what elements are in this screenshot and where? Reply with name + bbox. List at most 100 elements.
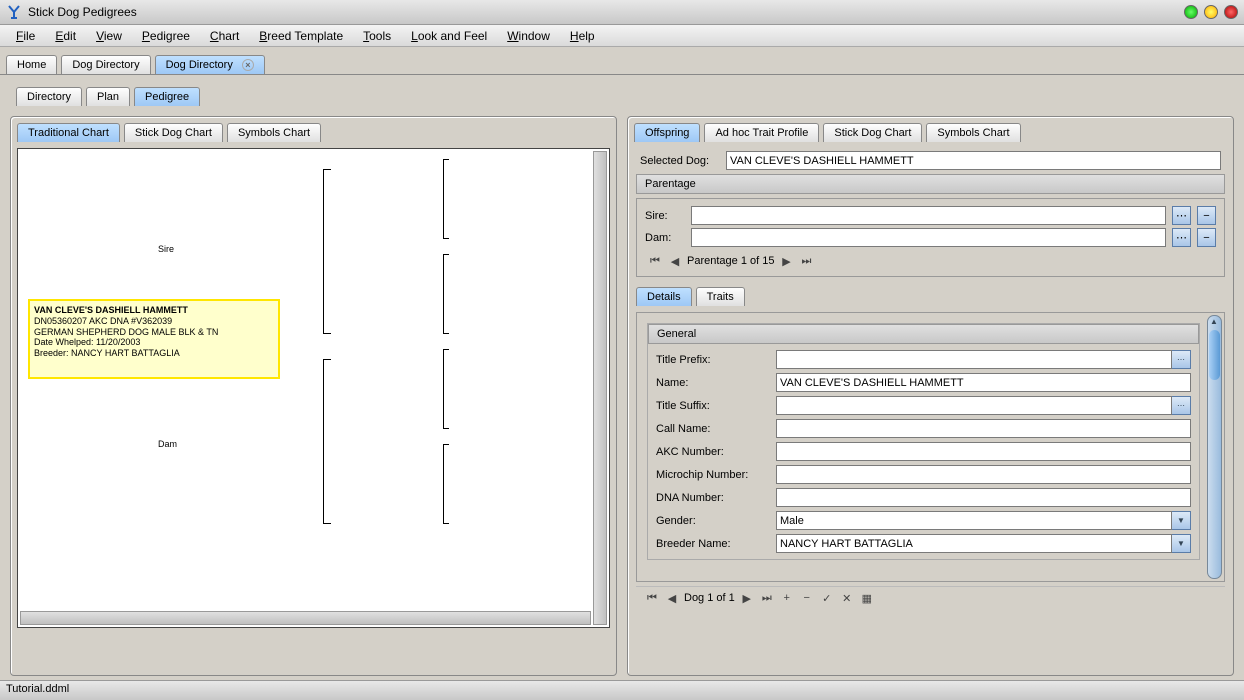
title-suffix-browse-icon[interactable]: ⋯ <box>1172 396 1191 415</box>
nav-prev-icon[interactable]: ◀ <box>667 254 683 268</box>
microchip-input[interactable] <box>776 465 1191 484</box>
details-scrollbar[interactable] <box>1207 315 1222 579</box>
details-panel: General Title Prefix:⋯ Name: Title Suffi… <box>636 312 1225 582</box>
menu-edit[interactable]: Edit <box>45 27 86 45</box>
title-suffix-input[interactable] <box>776 396 1172 415</box>
gender-input[interactable] <box>776 511 1172 530</box>
bracket <box>443 444 449 524</box>
sire-remove-button[interactable]: − <box>1197 206 1216 225</box>
sire-label: Sire <box>158 244 174 254</box>
parentage-header: Parentage <box>636 174 1225 194</box>
status-text: Tutorial.ddml <box>6 683 69 695</box>
tab-symbols-chart-left[interactable]: Symbols Chart <box>227 123 321 142</box>
menu-view[interactable]: View <box>86 27 132 45</box>
tab-adhoc-trait[interactable]: Ad hoc Trait Profile <box>704 123 819 142</box>
selected-dog-card[interactable]: VAN CLEVE'S DASHIELL HAMMETT DN05360207 … <box>28 299 280 379</box>
title-prefix-label: Title Prefix: <box>656 354 776 366</box>
tab-stick-dog-chart-right[interactable]: Stick Dog Chart <box>823 123 922 142</box>
app-icon <box>6 4 22 20</box>
title-prefix-input[interactable] <box>776 350 1172 369</box>
dam-label: Dam <box>158 439 177 449</box>
sub-tabs: Directory Plan Pedigree <box>16 87 1234 106</box>
rec-add-icon[interactable]: + <box>779 591 795 605</box>
name-input[interactable] <box>776 373 1191 392</box>
rec-next-icon[interactable]: ▶ <box>739 591 755 605</box>
card-breed: GERMAN SHEPHERD DOG MALE BLK & TN <box>34 327 274 338</box>
selected-dog-input[interactable] <box>726 151 1221 170</box>
sire-browse-button[interactable]: ⋯ <box>1172 206 1191 225</box>
close-button[interactable] <box>1224 5 1238 19</box>
tab-traditional-chart[interactable]: Traditional Chart <box>17 123 120 142</box>
akc-number-label: AKC Number: <box>656 446 776 458</box>
sire-input[interactable] <box>691 206 1166 225</box>
card-reg: DN05360207 AKC DNA #V362039 <box>34 316 274 327</box>
rec-grid-icon[interactable]: ▦ <box>859 591 875 605</box>
menu-chart[interactable]: Chart <box>200 27 249 45</box>
tab-pedigree[interactable]: Pedigree <box>134 87 200 106</box>
right-pane: Offspring Ad hoc Trait Profile Stick Dog… <box>627 116 1234 676</box>
nav-next-icon[interactable]: ▶ <box>778 254 794 268</box>
call-name-input[interactable] <box>776 419 1191 438</box>
gender-label: Gender: <box>656 515 776 527</box>
scrollbar-vertical[interactable] <box>593 151 607 625</box>
dam-remove-button[interactable]: − <box>1197 228 1216 247</box>
sire-field-label: Sire: <box>645 210 685 222</box>
close-icon[interactable]: × <box>242 59 254 71</box>
tab-offspring[interactable]: Offspring <box>634 123 700 142</box>
statusbar: Tutorial.ddml <box>0 680 1244 700</box>
left-pane: Traditional Chart Stick Dog Chart Symbol… <box>10 116 617 676</box>
menu-breed-template[interactable]: Breed Template <box>249 27 353 45</box>
parentage-nav: ⏮ ◀ Parentage 1 of 15 ▶ ⏭ <box>639 250 1222 272</box>
menu-tools[interactable]: Tools <box>353 27 401 45</box>
maximize-button[interactable] <box>1204 5 1218 19</box>
pedigree-chart: Sire Dam VAN CLEVE'S DASHIELL HAMMETT DN… <box>17 148 610 628</box>
rec-first-icon[interactable]: ⏮ <box>644 591 660 605</box>
dam-input[interactable] <box>691 228 1166 247</box>
tab-symbols-chart-right[interactable]: Symbols Chart <box>926 123 1020 142</box>
menu-file[interactable]: File <box>6 27 45 45</box>
tab-traits[interactable]: Traits <box>696 287 745 306</box>
title-suffix-label: Title Suffix: <box>656 400 776 412</box>
tab-details[interactable]: Details <box>636 287 692 306</box>
bracket <box>323 169 331 334</box>
tab-label: Dog Directory <box>166 59 233 71</box>
rec-last-icon[interactable]: ⏭ <box>759 591 775 605</box>
bracket <box>323 359 331 524</box>
record-nav: ⏮ ◀ Dog 1 of 1 ▶ ⏭ + − ✓ ✕ ▦ <box>636 586 1225 609</box>
tab-stick-dog-chart-left[interactable]: Stick Dog Chart <box>124 123 223 142</box>
titlebar: Stick Dog Pedigrees <box>0 0 1244 25</box>
rec-check-icon[interactable]: ✓ <box>819 591 835 605</box>
gender-dropdown-icon[interactable]: ▼ <box>1172 511 1191 530</box>
nav-last-icon[interactable]: ⏭ <box>798 254 814 268</box>
rec-prev-icon[interactable]: ◀ <box>664 591 680 605</box>
window-title: Stick Dog Pedigrees <box>28 5 1184 19</box>
dam-field-label: Dam: <box>645 232 685 244</box>
dna-number-label: DNA Number: <box>656 492 776 504</box>
tab-home[interactable]: Home <box>6 55 57 74</box>
rec-remove-icon[interactable]: − <box>799 591 815 605</box>
menu-pedigree[interactable]: Pedigree <box>132 27 200 45</box>
tab-directory[interactable]: Directory <box>16 87 82 106</box>
breeder-dropdown-icon[interactable]: ▼ <box>1172 534 1191 553</box>
rec-cancel-icon[interactable]: ✕ <box>839 591 855 605</box>
akc-number-input[interactable] <box>776 442 1191 461</box>
microchip-label: Microchip Number: <box>656 469 776 481</box>
selected-dog-label: Selected Dog: <box>640 155 720 167</box>
bracket <box>443 159 449 239</box>
title-prefix-browse-icon[interactable]: ⋯ <box>1172 350 1191 369</box>
tab-dog-directory-1[interactable]: Dog Directory <box>61 55 150 74</box>
tab-plan[interactable]: Plan <box>86 87 130 106</box>
nav-first-icon[interactable]: ⏮ <box>647 254 663 268</box>
menubar: File Edit View Pedigree Chart Breed Temp… <box>0 25 1244 47</box>
card-breeder: Breeder: NANCY HART BATTAGLIA <box>34 348 274 359</box>
call-name-label: Call Name: <box>656 423 776 435</box>
dam-browse-button[interactable]: ⋯ <box>1172 228 1191 247</box>
tab-dog-directory-2[interactable]: Dog Directory × <box>155 55 265 74</box>
menu-help[interactable]: Help <box>560 27 605 45</box>
minimize-button[interactable] <box>1184 5 1198 19</box>
scrollbar-horizontal[interactable] <box>20 611 591 625</box>
breeder-name-input[interactable] <box>776 534 1172 553</box>
menu-window[interactable]: Window <box>497 27 560 45</box>
dna-number-input[interactable] <box>776 488 1191 507</box>
menu-look-and-feel[interactable]: Look and Feel <box>401 27 497 45</box>
